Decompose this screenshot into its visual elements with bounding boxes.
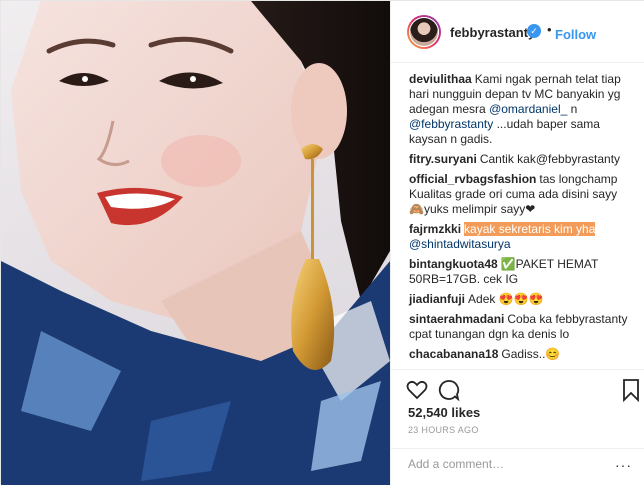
post-header: febbyrastanty ✓ • Follow xyxy=(391,1,644,63)
comments-list[interactable]: deviulithaa Kami ngak pernah telat tiap h… xyxy=(391,63,644,369)
comment-item: fitry.suryani Cantik kak@febbyrastanty xyxy=(409,152,630,167)
instagram-post: febbyrastanty ✓ • Follow deviulithaa Kami… xyxy=(0,0,644,485)
action-bar xyxy=(391,369,644,409)
comment-username[interactable]: sintaerahmadani xyxy=(409,312,504,326)
comment-item: fajrmzkki kayak sekretaris kim yha @shint… xyxy=(409,222,630,252)
username[interactable]: febbyrastanty xyxy=(450,25,535,40)
comment-username[interactable]: chacabanana18 xyxy=(409,347,498,361)
heart-icon[interactable] xyxy=(405,378,429,402)
likes-count[interactable]: 52,540 likes xyxy=(408,405,480,420)
separator-dot: • xyxy=(547,22,552,37)
verified-badge-icon: ✓ xyxy=(527,24,541,38)
comment-icon[interactable] xyxy=(437,378,461,402)
follow-button[interactable]: Follow xyxy=(555,27,596,42)
comment-item: official_rvbagsfashion tas longchamp Kual… xyxy=(409,172,630,217)
comment-item: sintaerahmadani Coba ka febbyrastanty cpa… xyxy=(409,312,630,342)
comment-item: chacabanana18 Gadiss..😊 xyxy=(409,347,630,362)
mention-link[interactable]: @omardaniel_ xyxy=(489,102,567,116)
comment-text: Cantik kak@febbyrastanty xyxy=(479,152,621,166)
comment-text: n xyxy=(567,102,578,116)
comment-username[interactable]: fitry.suryani xyxy=(409,152,477,166)
post-sidebar: febbyrastanty ✓ • Follow deviulithaa Kami… xyxy=(390,1,644,485)
avatar[interactable] xyxy=(407,15,441,49)
comment-username[interactable]: bintangkuota48 xyxy=(409,257,498,271)
comment-input[interactable] xyxy=(408,457,598,471)
comment-username[interactable]: deviulithaa xyxy=(409,72,472,86)
comment-item: deviulithaa Kami ngak pernah telat tiap h… xyxy=(409,72,630,147)
mention-link[interactable]: @shintadwitasurya xyxy=(409,237,511,251)
add-comment-bar: ··· xyxy=(391,448,644,484)
comment-username[interactable]: jiadianfuji xyxy=(409,292,465,306)
comment-text: Adek 😍😍😍 xyxy=(468,292,544,306)
mention-link[interactable]: @febbyrastanty xyxy=(409,117,493,131)
portrait-illustration xyxy=(1,1,390,485)
comment-item: jiadianfuji Adek 😍😍😍 xyxy=(409,292,630,307)
highlighted-text: kayak sekretaris kim yha xyxy=(464,222,596,236)
post-photo[interactable] xyxy=(1,1,390,485)
post-timestamp[interactable]: 23 HOURS AGO xyxy=(408,425,479,435)
comment-username[interactable]: official_rvbagsfashion xyxy=(409,172,536,186)
comment-text: Gadiss..😊 xyxy=(501,347,561,361)
bookmark-icon[interactable] xyxy=(619,378,643,402)
more-options-icon[interactable]: ··· xyxy=(615,457,632,473)
comment-item: bintangkuota48 ✅PAKET HEMAT 50RB=17GB. ce… xyxy=(409,257,630,287)
comment-username[interactable]: fajrmzkki xyxy=(409,222,461,236)
